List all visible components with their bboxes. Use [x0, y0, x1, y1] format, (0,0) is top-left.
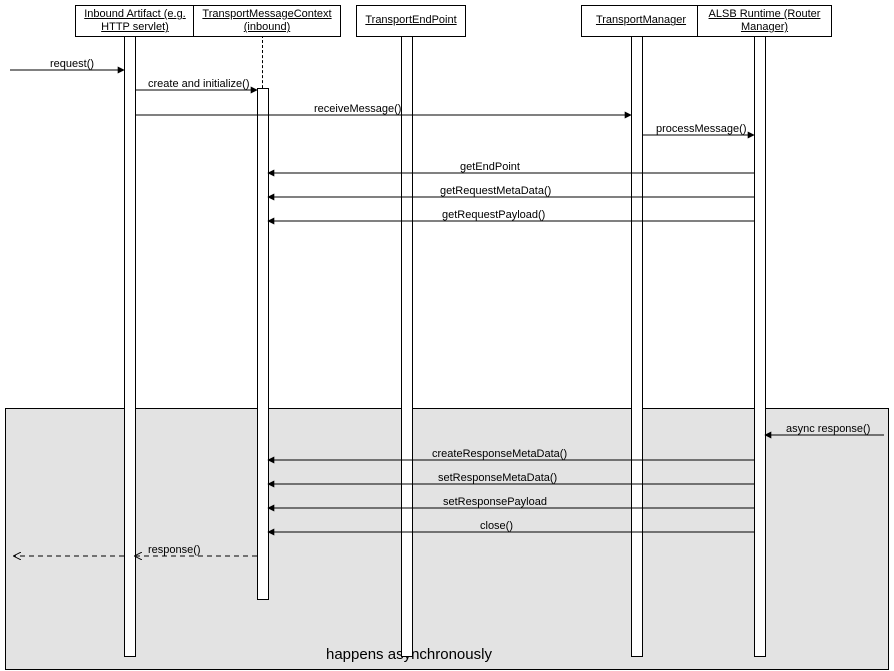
- msg-set-response-payload: setResponsePayload: [443, 496, 547, 508]
- msg-create-init: create and initialize(): [148, 78, 250, 90]
- msg-response: response(): [148, 544, 201, 556]
- msg-get-request-payload: getRequestPayload(): [442, 209, 545, 221]
- msg-close: close(): [480, 520, 513, 532]
- msg-process-message: processMessage(): [656, 123, 746, 135]
- msg-async-response: async response(): [786, 423, 870, 435]
- msg-create-response-meta: createResponseMetaData(): [432, 448, 567, 460]
- msg-request: request(): [50, 58, 94, 70]
- msg-set-response-meta: setResponseMetaData(): [438, 472, 557, 484]
- msg-get-endpoint: getEndPoint: [460, 161, 520, 173]
- sequence-diagram: happens asynchronously Inbound Artifact …: [0, 0, 894, 671]
- arrows: [0, 0, 894, 671]
- msg-receive-message: receiveMessage(): [314, 103, 401, 115]
- msg-get-request-metadata: getRequestMetaData(): [440, 185, 551, 197]
